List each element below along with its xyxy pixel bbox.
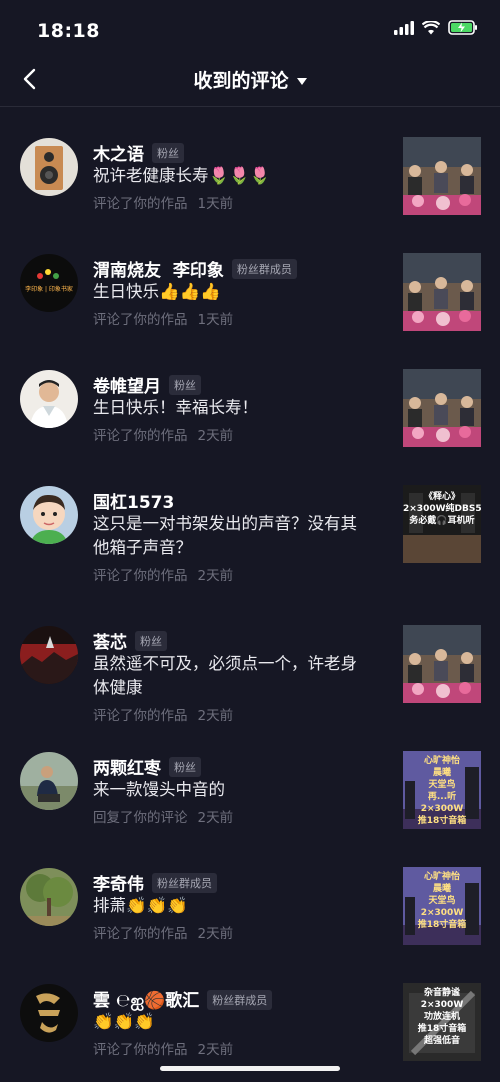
timestamp: 2天前 <box>197 1042 234 1058</box>
thumbnail-caption: 《释心》 2×300W纯DBS5 务必戴🎧耳机听 <box>403 492 481 526</box>
fan-badge: 粉丝 <box>169 756 201 777</box>
avatar-logo-text: 李印象 | 印象书家 <box>25 286 73 293</box>
name-row: 木之语 粉丝 <box>93 140 184 165</box>
action-text: 评论了你的作品 <box>93 708 188 724</box>
status-bar: 18:18 <box>0 0 500 56</box>
user-name[interactable]: 渭南烧友 李印象 <box>93 256 224 281</box>
video-thumbnail[interactable]: 杂音静谧 2×300W 功放连机 推18寸音箱 超强低音 <box>403 983 481 1061</box>
page-title-dropdown[interactable]: 收到的评论 <box>0 66 500 93</box>
status-time: 18:18 <box>37 20 100 42</box>
comment-meta: 评论了你的作品 2天前 <box>93 564 233 584</box>
speaker-avatar-image <box>20 138 78 196</box>
fan-badge: 粉丝 <box>152 142 184 163</box>
fan-badge: 粉丝 <box>135 630 167 651</box>
video-thumbnail[interactable]: 心旷神怡 晨曦 天堂鸟 再...听 2×300W 推18寸音箱 <box>403 751 481 829</box>
comment-meta: 回复了你的评论 2天前 <box>93 806 233 826</box>
comment-meta: 评论了你的作品 2天前 <box>93 1038 233 1058</box>
user-name[interactable]: 荟芯 <box>93 628 127 653</box>
wifi-icon <box>422 20 440 34</box>
battery-charging-icon <box>448 20 477 35</box>
status-icons <box>394 20 478 35</box>
comment-meta: 评论了你的作品 2天前 <box>93 704 233 724</box>
video-thumbnail[interactable]: 心旷神怡 晨曦 天堂鸟 2×300W 推18寸音箱 <box>403 867 481 945</box>
timestamp: 2天前 <box>197 708 234 724</box>
user-name[interactable]: 国杠1573 <box>93 488 174 513</box>
navigation-bar: 收到的评论 <box>0 56 500 107</box>
party-photo-thumbnail <box>403 369 481 447</box>
name-row: 李奇伟 粉丝群成员 <box>93 870 217 895</box>
comment-text: 虽然遥不可及，必须点一个，许老身体健康 <box>93 654 357 697</box>
avatar[interactable] <box>20 868 78 926</box>
outdoor-avatar-image <box>20 752 78 810</box>
cellular-signal-icon <box>394 20 414 35</box>
avatar[interactable] <box>20 752 78 810</box>
comment-meta: 评论了你的作品 2天前 <box>93 922 233 942</box>
action-text: 评论了你的作品 <box>93 926 188 942</box>
action-text: 回复了你的评论 <box>93 810 188 826</box>
video-thumbnail[interactable] <box>403 253 481 331</box>
user-name[interactable]: 雲 ℮ஐ🏀歌汇 <box>93 986 199 1013</box>
name-row: 国杠1573 <box>93 488 174 513</box>
party-photo-thumbnail <box>403 253 481 331</box>
comment-text: 祝许老健康长寿🌷🌷🌷 <box>93 166 271 185</box>
avatar[interactable] <box>20 984 78 1042</box>
timestamp: 2天前 <box>197 568 234 584</box>
user-name[interactable]: 两颗红枣 <box>93 754 161 779</box>
action-text: 评论了你的作品 <box>93 1042 188 1058</box>
thumbnail-caption: 心旷神怡 晨曦 天堂鸟 再...听 2×300W 推18寸音箱 <box>417 756 467 826</box>
portrait-avatar-image <box>20 370 78 428</box>
comment-text: 来一款馒头中音的 <box>93 780 225 799</box>
tree-avatar-image <box>20 868 78 926</box>
timestamp: 1天前 <box>197 312 234 328</box>
caret-down-icon <box>296 78 307 85</box>
action-text: 评论了你的作品 <box>93 568 188 584</box>
user-name[interactable]: 李奇伟 <box>93 870 144 895</box>
avatar[interactable] <box>20 370 78 428</box>
action-text: 评论了你的作品 <box>93 312 188 328</box>
name-row: 渭南烧友 李印象 粉丝群成员 <box>93 256 297 281</box>
name-row: 两颗红枣 粉丝 <box>93 754 201 779</box>
user-name[interactable]: 木之语 <box>93 140 144 165</box>
fan-group-badge: 粉丝群成员 <box>207 989 273 1010</box>
fan-badge: 粉丝 <box>169 374 201 395</box>
timestamp: 2天前 <box>197 926 234 942</box>
comment-meta: 评论了你的作品 1天前 <box>93 192 233 212</box>
page-title: 收到的评论 <box>193 70 289 92</box>
party-photo-thumbnail <box>403 137 481 215</box>
timestamp: 2天前 <box>197 810 234 826</box>
logo-avatar-image <box>20 254 78 312</box>
avatar[interactable] <box>20 626 78 684</box>
comment-meta: 评论了你的作品 1天前 <box>93 308 233 328</box>
home-indicator[interactable] <box>160 1066 340 1071</box>
comment-text: 排萧👏👏👏 <box>93 896 188 915</box>
avatar[interactable] <box>20 486 78 544</box>
fan-group-badge: 粉丝群成员 <box>231 258 297 279</box>
video-thumbnail[interactable] <box>403 369 481 447</box>
comment-meta: 评论了你的作品 2天前 <box>93 424 233 444</box>
timestamp: 1天前 <box>197 196 234 212</box>
comment-text: 👏👏👏 <box>93 1012 155 1031</box>
cartoon-avatar-image <box>20 486 78 544</box>
scenic-avatar-image <box>20 626 78 684</box>
action-text: 评论了你的作品 <box>93 196 188 212</box>
avatar[interactable] <box>20 138 78 196</box>
comment-text: 生日快乐！幸福长寿！ <box>93 398 258 417</box>
thumbnail-caption: 杂音静谧 2×300W 功放连机 推18寸音箱 超强低音 <box>417 988 467 1046</box>
calligraphy-avatar-image <box>20 984 78 1042</box>
party-photo-thumbnail <box>403 625 481 703</box>
name-row: 雲 ℮ஐ🏀歌汇 粉丝群成员 <box>93 986 273 1013</box>
avatar[interactable]: 李印象 | 印象书家 <box>20 254 78 312</box>
comment-text: 这只是一对书架发出的声音？没有其他箱子声音？ <box>93 514 357 557</box>
action-text: 评论了你的作品 <box>93 428 188 444</box>
video-thumbnail[interactable]: 《释心》 2×300W纯DBS5 务必戴🎧耳机听 <box>403 485 481 563</box>
video-thumbnail[interactable] <box>403 625 481 703</box>
video-thumbnail[interactable] <box>403 137 481 215</box>
name-row: 卷帷望月 粉丝 <box>93 372 201 397</box>
timestamp: 2天前 <box>197 428 234 444</box>
user-name[interactable]: 卷帷望月 <box>93 372 161 397</box>
thumbnail-caption: 心旷神怡 晨曦 天堂鸟 2×300W 推18寸音箱 <box>417 872 467 930</box>
name-row: 荟芯 粉丝 <box>93 628 167 653</box>
fan-group-badge: 粉丝群成员 <box>152 872 217 893</box>
comment-text: 生日快乐👍👍👍 <box>93 282 221 301</box>
